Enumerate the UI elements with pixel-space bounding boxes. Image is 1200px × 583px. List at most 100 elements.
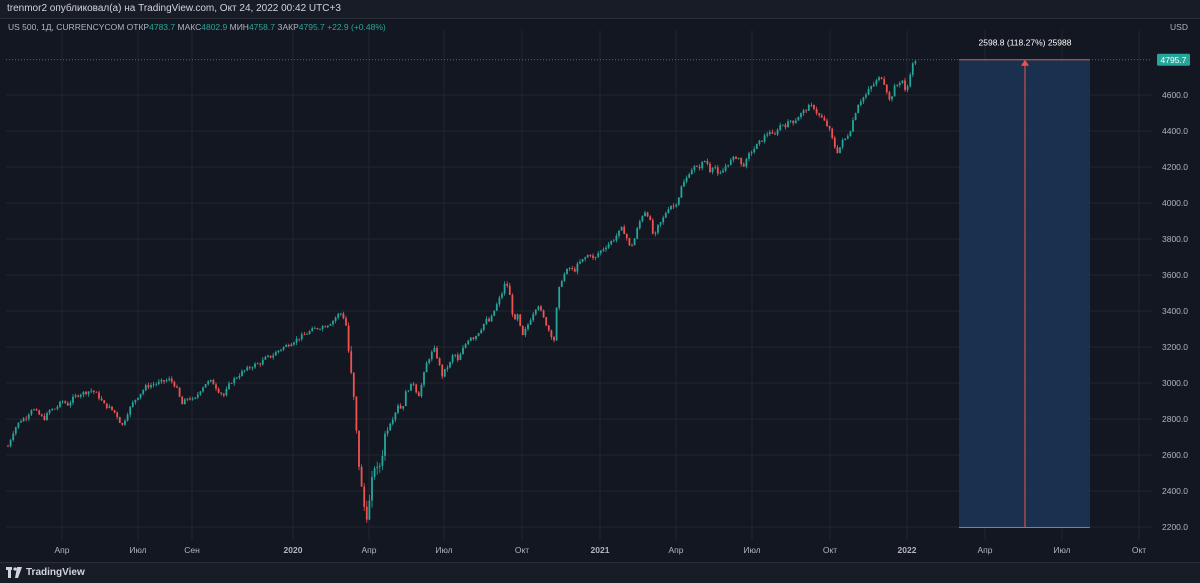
candle-body [610, 241, 613, 245]
candle-body [818, 113, 821, 116]
candle-body [527, 324, 529, 329]
candle-body [833, 137, 836, 148]
candle-body [165, 380, 168, 382]
candle-body [633, 238, 636, 246]
candle-body [706, 161, 709, 164]
candle-body [14, 427, 17, 434]
candle-body [194, 397, 197, 399]
y-tick-label: 4600.0 [1162, 90, 1188, 100]
candle-body [389, 423, 392, 431]
x-tick-label: Июл [1053, 545, 1070, 555]
candle-body [766, 134, 769, 136]
candle-body [490, 315, 493, 322]
candle-body [755, 143, 758, 150]
candle-body [111, 406, 113, 411]
candle-body [290, 344, 293, 347]
x-tick-label: Окт [515, 545, 529, 555]
candle-body [202, 387, 204, 392]
candle-body [199, 391, 202, 395]
candle-body [690, 169, 693, 175]
candle-body [17, 422, 20, 428]
candle-body [696, 166, 698, 168]
candle-body [64, 401, 67, 404]
candle-body [753, 149, 756, 153]
tradingview-logo[interactable]: TradingView [6, 567, 85, 578]
candle-body [264, 356, 267, 360]
candle-body [651, 220, 654, 234]
candle-body [259, 363, 262, 365]
candle-body [545, 317, 548, 326]
candle-body [433, 348, 436, 352]
candle-body [680, 186, 683, 198]
candle-body [693, 166, 696, 170]
candle-body [142, 390, 145, 394]
candle-body [116, 412, 119, 418]
candle-body [293, 342, 295, 345]
candle-body [607, 244, 610, 248]
candle-body [254, 363, 256, 368]
candle-body [568, 268, 571, 269]
candle-body [776, 129, 779, 135]
candle-body [152, 384, 155, 386]
candle-body [321, 326, 324, 329]
candle-body [573, 268, 576, 272]
candle-body [722, 170, 724, 173]
candle-body [553, 337, 555, 341]
candle-body [644, 212, 646, 217]
candle-body [865, 94, 867, 98]
candle-body [220, 392, 223, 394]
candle-body [92, 390, 95, 392]
tradingview-logo-icon [6, 567, 22, 578]
candle-body [241, 371, 243, 376]
candle-body [269, 355, 272, 358]
candle-body [303, 334, 306, 336]
candle-body [612, 240, 615, 242]
candle-body [173, 381, 176, 387]
candle-body [368, 500, 371, 520]
candle-body [615, 235, 618, 241]
candle-body [56, 406, 59, 409]
candle-body [685, 177, 688, 182]
candle-body [436, 348, 438, 359]
last-price-value: 4795.7 [1161, 55, 1187, 65]
candle-body [768, 132, 771, 135]
candle-body [560, 281, 563, 287]
candle-body [516, 314, 519, 320]
candle-body [506, 283, 509, 286]
candle-body [823, 117, 826, 121]
price-chart[interactable]: 2200.0 2400.0 2600.0 2800.0 3000.0 3200.0 3400… [0, 0, 1200, 562]
candle-body [581, 259, 584, 262]
candle-body [20, 421, 22, 423]
candle-body [849, 131, 852, 137]
candle-body [170, 378, 173, 382]
candle-body [787, 121, 789, 128]
candle-body [597, 253, 600, 257]
candle-body [862, 97, 865, 102]
candle-body [238, 375, 241, 378]
candle-body [904, 80, 906, 90]
candle-body [134, 399, 137, 403]
candle-body [277, 350, 280, 353]
candle-body [160, 380, 163, 382]
candle-body [683, 181, 685, 187]
candle-body [61, 401, 64, 403]
candle-body [677, 197, 680, 205]
candle-body [90, 390, 93, 392]
candle-body [589, 255, 592, 256]
y-tick-label: 4200.0 [1162, 162, 1188, 172]
candle-body [425, 362, 428, 373]
candle-body [906, 86, 909, 90]
candle-body [66, 403, 69, 406]
candle-body [384, 433, 386, 456]
candle-body [781, 124, 784, 126]
candle-body [397, 405, 399, 413]
candle-body [324, 326, 327, 328]
candle-body [508, 285, 511, 295]
x-tick-label: Июл [435, 545, 452, 555]
candle-body [163, 380, 165, 382]
x-tick-label: 2020 [284, 545, 303, 555]
candle-body [308, 331, 311, 334]
candle-body [306, 333, 308, 335]
candle-body [59, 401, 61, 407]
candle-body [534, 309, 537, 315]
